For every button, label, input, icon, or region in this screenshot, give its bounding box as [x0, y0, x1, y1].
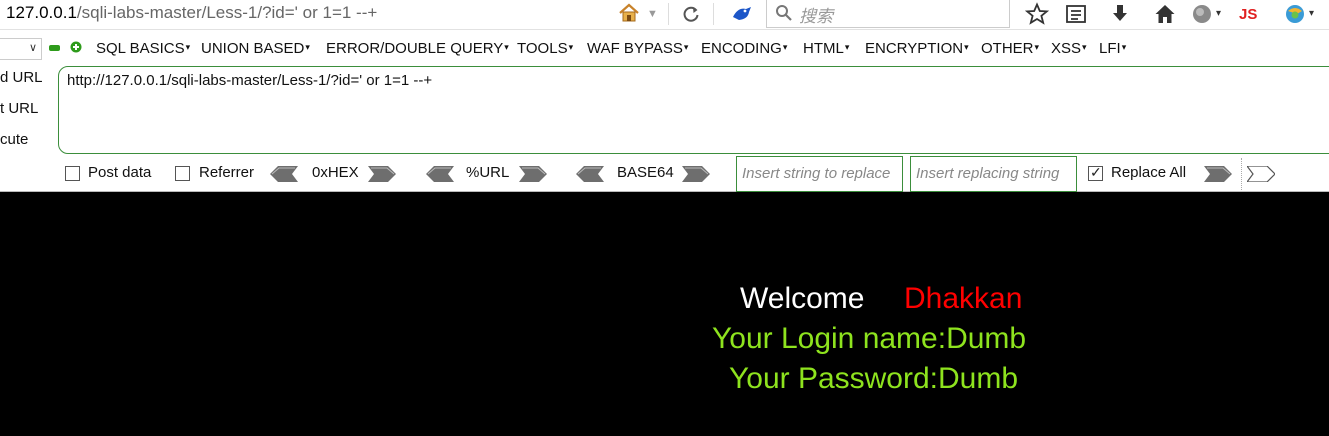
url-encode-arrow-icon[interactable]: [519, 166, 547, 182]
url-encode-label: %URL: [466, 164, 510, 181]
url-path: /sqli-labs-master/Less-1/?id=' or 1=1 --…: [76, 3, 378, 22]
menu-xss[interactable]: XSS: [1051, 40, 1087, 57]
welcome-text: Welcome: [740, 282, 865, 315]
js-toggle-icon[interactable]: JS: [1238, 2, 1262, 26]
url-host: 127.0.0.1: [6, 3, 77, 22]
menu-union-based[interactable]: UNION BASED: [201, 40, 310, 57]
login-name-text: Your Login name:Dumb: [712, 322, 1027, 355]
execute-button[interactable]: cute: [0, 131, 28, 148]
hex-label: 0xHEX: [312, 164, 359, 181]
search-input[interactable]: 搜索: [766, 0, 1010, 28]
browser-logo-icon[interactable]: [1283, 2, 1307, 26]
referrer-label: Referrer: [199, 164, 255, 181]
search-placeholder: 搜索: [799, 7, 833, 26]
base64-label: BASE64: [617, 164, 674, 181]
globe-icon[interactable]: [1190, 2, 1214, 26]
svg-text:JS: JS: [1239, 6, 1257, 23]
search-icon: [776, 5, 792, 21]
post-data-label: Post data: [88, 164, 152, 181]
hackbar-select[interactable]: ∨: [0, 38, 42, 60]
menu-encryption[interactable]: ENCRYPTION: [865, 40, 969, 57]
hackbar-url-field[interactable]: http://127.0.0.1/sqli-labs-master/Less-1…: [58, 66, 1329, 154]
referrer-checkbox[interactable]: [175, 166, 190, 181]
menu-other[interactable]: OTHER: [981, 40, 1039, 57]
hackbar-panel: d URL t URL cute http://127.0.0.1/sqli-l…: [0, 66, 1329, 192]
replacing-string-input[interactable]: Insert replacing string: [910, 156, 1077, 192]
menu-lfi[interactable]: LFI: [1099, 40, 1126, 57]
chevron-down-icon[interactable]: ▾: [1216, 8, 1221, 19]
download-icon[interactable]: [1108, 2, 1132, 26]
load-url-button[interactable]: d URL: [0, 69, 43, 86]
replace-right-arrow-icon[interactable]: [1247, 166, 1275, 182]
url-decode-arrow-icon[interactable]: [426, 166, 454, 182]
replace-all-checkbox[interactable]: [1088, 164, 1103, 181]
base64-decode-arrow-icon[interactable]: [576, 166, 604, 182]
home-icon[interactable]: [1153, 2, 1177, 26]
password-text: Your Password:Dumb: [729, 362, 1019, 395]
bookmark-star-icon[interactable]: [1025, 2, 1049, 26]
divider: [713, 3, 714, 25]
base64-encode-arrow-icon[interactable]: [682, 166, 710, 182]
menu-tools[interactable]: TOOLS: [517, 40, 573, 57]
plus-icon[interactable]: [70, 41, 82, 53]
chevron-down-icon: ∨: [28, 42, 37, 54]
reading-list-icon[interactable]: [1064, 2, 1088, 26]
chevron-down-icon[interactable]: ▼: [647, 8, 658, 20]
browser-toolbar: 127.0.0.1/sqli-labs-master/Less-1/?id=' …: [0, 0, 1329, 30]
post-data-checkbox[interactable]: [65, 166, 80, 181]
replace-arrow-icon[interactable]: [1204, 166, 1232, 182]
replace-string-input[interactable]: Insert string to replace: [736, 156, 903, 192]
hex-decode-arrow-icon[interactable]: [270, 166, 298, 182]
address-bar[interactable]: 127.0.0.1/sqli-labs-master/Less-1/?id=' …: [6, 3, 377, 23]
split-url-button[interactable]: t URL: [0, 100, 38, 117]
divider: [668, 3, 669, 25]
menu-html[interactable]: HTML: [803, 40, 849, 57]
user-name: Dhakkan: [904, 282, 1023, 315]
hackbar-menu: ∨ SQL BASICS UNION BASED ERROR/DOUBLE QU…: [0, 30, 1329, 66]
divider: [1241, 158, 1242, 190]
minus-icon[interactable]: [49, 45, 60, 51]
home-icon[interactable]: [618, 2, 640, 24]
menu-sql-basics[interactable]: SQL BASICS: [96, 40, 190, 57]
extension-bird-icon[interactable]: [730, 3, 754, 25]
menu-waf-bypass[interactable]: WAF BYPASS: [587, 40, 688, 57]
menu-error-double-query[interactable]: ERROR/DOUBLE QUERY: [326, 40, 509, 57]
replace-all-label: Replace All: [1111, 164, 1187, 181]
page-content: Welcome Dhakkan Your Login name:Dumb You…: [0, 193, 1329, 436]
hex-encode-arrow-icon[interactable]: [368, 166, 396, 182]
reload-icon[interactable]: [680, 3, 702, 25]
menu-encoding[interactable]: ENCODING: [701, 40, 787, 57]
chevron-down-icon[interactable]: ▾: [1309, 8, 1314, 19]
